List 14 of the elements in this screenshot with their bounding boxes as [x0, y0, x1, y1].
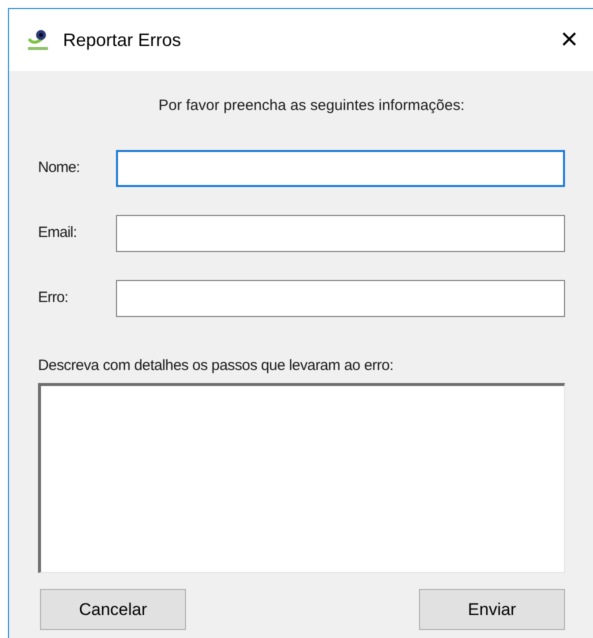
- eye-logo-icon: [26, 28, 50, 52]
- text-field[interactable]: [116, 150, 565, 186]
- instruction-text: Por favor preencha as seguintes informações:: [158, 96, 466, 116]
- field-label: Nome:: [38, 158, 81, 178]
- dialog-button[interactable]: Cancelar: [40, 589, 186, 630]
- description-field[interactable]: [38, 383, 565, 573]
- field-label: Email:: [38, 222, 78, 243]
- window-title: Reportar Erros: [63, 28, 182, 52]
- dialog-button[interactable]: Enviar: [419, 589, 565, 630]
- close-button[interactable]: ×: [560, 25, 578, 55]
- text-field[interactable]: [116, 214, 565, 252]
- description-label: Descreva com detalhes os passos que levaram ao erro:: [38, 356, 394, 376]
- text-field[interactable]: [116, 280, 565, 316]
- field-label: Erro:: [38, 288, 70, 308]
